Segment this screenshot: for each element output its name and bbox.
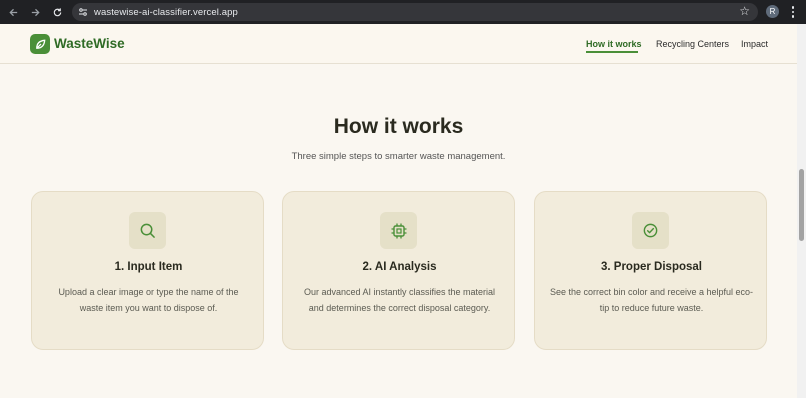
step-title: 3. Proper Disposal — [601, 261, 702, 273]
url-text: wastewise-ai-classifier.vercel.app — [94, 6, 238, 18]
browser-menu-icon[interactable] — [788, 3, 798, 21]
search-icon — [129, 212, 166, 249]
address-bar[interactable]: wastewise-ai-classifier.vercel.app ☆ — [72, 3, 758, 21]
step-description: Upload a clear image or type the name of… — [58, 287, 239, 313]
site-settings-icon[interactable] — [76, 5, 90, 19]
reload-icon[interactable] — [46, 0, 68, 24]
active-nav-indicator — [586, 51, 638, 53]
nav-recycling-centers[interactable]: Recycling Centers — [656, 39, 729, 49]
scrollbar-thumb[interactable] — [799, 169, 804, 241]
browser-toolbar: wastewise-ai-classifier.vercel.app ☆ R — [0, 0, 806, 24]
back-icon[interactable] — [2, 0, 24, 24]
site-header: WasteWise How it works Recycling Centers… — [0, 24, 797, 64]
bookmark-star-icon[interactable]: ☆ — [739, 4, 750, 18]
step-card-input: 1. Input Item Upload a clear image or ty… — [31, 191, 264, 350]
check-circle-icon — [632, 212, 669, 249]
brand-name[interactable]: WasteWise — [54, 36, 125, 51]
forward-icon[interactable] — [24, 0, 46, 24]
step-description: See the correct bin color and receive a … — [549, 287, 754, 313]
chip-icon — [380, 212, 417, 249]
nav-how-it-works[interactable]: How it works — [586, 39, 642, 49]
nav-impact[interactable]: Impact — [741, 39, 768, 49]
section-title: How it works — [333, 115, 464, 138]
step-title: 1. Input Item — [114, 261, 183, 273]
profile-avatar[interactable]: R — [766, 5, 779, 18]
step-description: Our advanced AI instantly classifies the… — [303, 287, 496, 313]
step-card-disposal: 3. Proper Disposal See the correct bin c… — [534, 191, 767, 350]
section-subtitle: Three simple steps to smarter waste mana… — [291, 151, 506, 162]
step-card-analysis: 2. AI Analysis Our advanced AI instantly… — [282, 191, 515, 350]
step-title: 2. AI Analysis — [362, 261, 437, 273]
leaf-logo-icon[interactable] — [30, 34, 50, 54]
